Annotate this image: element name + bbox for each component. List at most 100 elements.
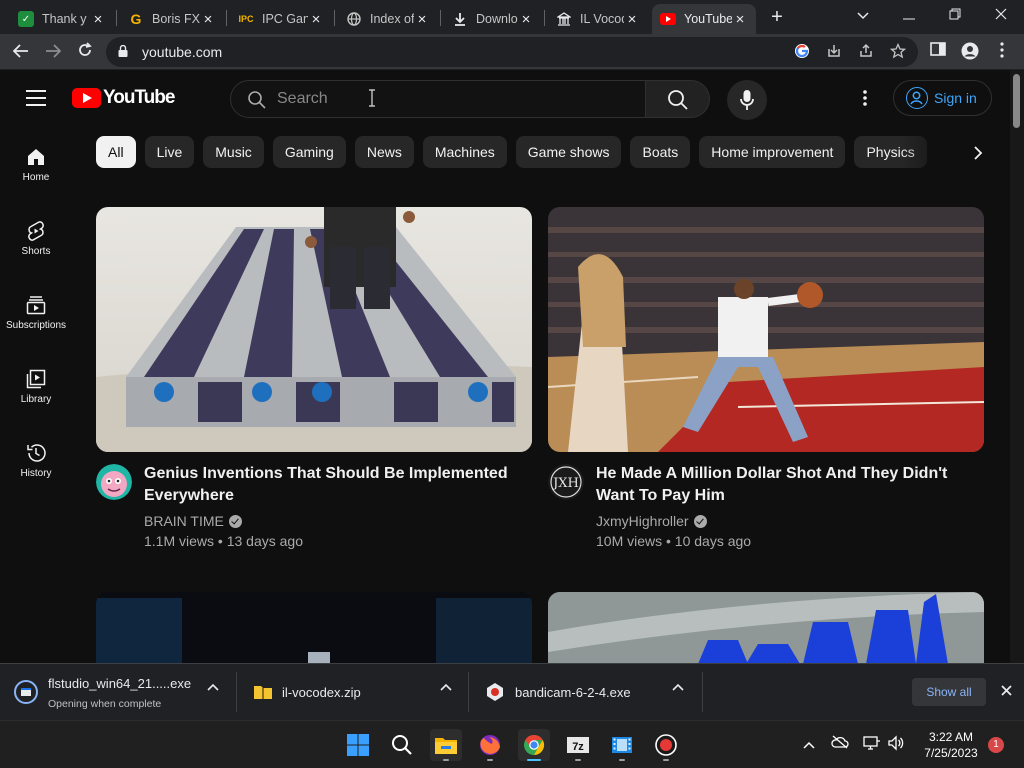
account-icon (906, 87, 928, 109)
tab-thank-you[interactable]: ✓ Thank y × (10, 4, 114, 34)
video-title[interactable]: He Made A Million Dollar Shot And They D… (596, 463, 976, 507)
hamburger-menu-icon[interactable] (26, 90, 46, 106)
address-bar[interactable]: youtube.com (106, 37, 918, 67)
close-icon[interactable]: × (308, 11, 324, 28)
sidebar-item-history[interactable]: History (0, 428, 72, 492)
chip-news[interactable]: News (354, 136, 414, 168)
video-thumbnail-partial[interactable] (96, 592, 532, 664)
chip-music[interactable]: Music (203, 136, 264, 168)
network-icon[interactable] (862, 735, 882, 755)
close-icon[interactable]: × (624, 11, 640, 28)
sidebar-item-home[interactable]: Home (0, 132, 72, 196)
file-explorer-icon[interactable] (430, 729, 462, 761)
close-window-button[interactable] (986, 2, 1016, 28)
search-button[interactable] (646, 80, 710, 118)
download-item[interactable]: flstudio_win64_21.....exe Opening when c… (0, 664, 236, 720)
video-thumbnail[interactable] (548, 207, 984, 452)
youtube-logo[interactable]: YouTube (72, 87, 175, 109)
channel-avatar[interactable]: JXH (548, 464, 584, 500)
tab-title: YouTube (684, 12, 732, 26)
7zip-icon[interactable]: 7z (562, 729, 594, 761)
video-thumbnail-partial[interactable] (548, 592, 984, 664)
close-icon[interactable]: × (200, 11, 216, 28)
settings-menu-icon[interactable] (855, 90, 875, 110)
share-icon[interactable] (856, 43, 876, 63)
tab-youtube[interactable]: YouTube × (652, 4, 756, 34)
volume-icon[interactable] (886, 735, 906, 755)
microphone-icon (740, 90, 754, 110)
chevron-up-icon[interactable] (206, 682, 220, 696)
side-panel-icon[interactable] (928, 42, 948, 62)
sidebar-item-subscriptions[interactable]: Subscriptions (0, 280, 72, 344)
close-icon[interactable]: × (414, 11, 430, 28)
download-item[interactable]: bandicam-6-2-4.exe (469, 664, 700, 720)
sidebar-label: Shorts (21, 246, 51, 257)
film-app-icon[interactable] (606, 729, 638, 761)
chip-live[interactable]: Live (144, 136, 195, 168)
chip-boats[interactable]: Boats (630, 136, 691, 168)
chip-machines[interactable]: Machines (422, 136, 507, 168)
channel-name-text[interactable]: JxmyHighroller (596, 513, 689, 529)
channel-name[interactable]: JxmyHighroller (596, 513, 707, 529)
home-icon (28, 149, 44, 165)
chevron-up-icon[interactable] (671, 682, 685, 696)
chevron-up-icon[interactable] (439, 682, 453, 696)
forward-button[interactable] (40, 39, 66, 65)
record-icon[interactable] (650, 729, 682, 761)
chip-home-improvement[interactable]: Home improvement (699, 136, 846, 168)
minimize-button[interactable] (894, 2, 924, 28)
reload-button[interactable] (72, 39, 98, 65)
tab-download[interactable]: Downlo × (444, 4, 542, 34)
globe-icon (346, 11, 362, 27)
system-clock[interactable]: 3:22 AM 7/25/2023 (918, 729, 984, 761)
chip-gaming[interactable]: Gaming (272, 136, 346, 168)
lock-icon[interactable] (118, 45, 128, 57)
close-icon[interactable] (996, 682, 1016, 702)
tab-il-vocodex[interactable]: IL Vocod × (548, 4, 648, 34)
sidebar-label: Home (22, 172, 50, 183)
chrome-icon[interactable] (518, 729, 550, 761)
chevron-right-icon[interactable] (966, 142, 990, 166)
close-icon[interactable]: × (518, 11, 534, 28)
restore-button[interactable] (940, 2, 970, 28)
voice-search-button[interactable] (727, 80, 767, 120)
profile-icon[interactable] (960, 42, 980, 62)
channel-name[interactable]: BRAIN TIME (144, 513, 242, 529)
search-box[interactable] (230, 80, 646, 118)
tab-boris-fx[interactable]: G Boris FX × (120, 4, 224, 34)
close-icon[interactable]: × (90, 11, 106, 28)
video-title[interactable]: Genius Inventions That Should Be Impleme… (144, 463, 524, 507)
sign-in-button[interactable]: Sign in (893, 80, 992, 116)
channel-avatar[interactable] (96, 464, 132, 500)
browser-tab-bar: ✓ Thank y × G Boris FX × IPC IPC Gan × I… (0, 0, 1024, 34)
tab-index-of[interactable]: Index of × (338, 4, 438, 34)
scrollbar-thumb[interactable] (1013, 74, 1020, 128)
sidebar-item-library[interactable]: Library (0, 354, 72, 418)
chevron-up-icon[interactable] (799, 735, 819, 755)
new-tab-button[interactable]: + (766, 6, 788, 28)
bookmark-star-icon[interactable] (888, 42, 908, 63)
install-app-icon[interactable] (824, 43, 844, 63)
channel-name-text[interactable]: BRAIN TIME (144, 513, 224, 529)
sidebar-item-shorts[interactable]: Shorts (0, 206, 72, 270)
show-all-button[interactable]: Show all (912, 678, 986, 706)
windows-start-icon[interactable] (342, 729, 374, 761)
back-button[interactable] (8, 39, 34, 65)
video-thumbnail[interactable] (96, 207, 532, 452)
chrome-menu-icon[interactable] (992, 42, 1012, 62)
bank-icon (556, 11, 572, 27)
search-input[interactable] (277, 81, 617, 117)
close-icon[interactable]: × (732, 11, 748, 28)
google-icon[interactable] (792, 43, 812, 63)
chip-all[interactable]: All (96, 136, 136, 168)
download-item[interactable]: il-vocodex.zip (237, 664, 468, 720)
firefox-icon[interactable] (474, 729, 506, 761)
search-icon[interactable] (386, 729, 418, 761)
chip-game-shows[interactable]: Game shows (515, 136, 622, 168)
page-scrollbar[interactable] (1010, 70, 1024, 663)
tab-ipc-games[interactable]: IPC IPC Gan × (230, 4, 332, 34)
tab-search-chevron-icon[interactable] (848, 2, 878, 28)
notification-badge[interactable]: 1 (988, 737, 1004, 753)
downloads-bar: flstudio_win64_21.....exe Opening when c… (0, 663, 1024, 720)
onedrive-icon[interactable] (830, 735, 850, 755)
